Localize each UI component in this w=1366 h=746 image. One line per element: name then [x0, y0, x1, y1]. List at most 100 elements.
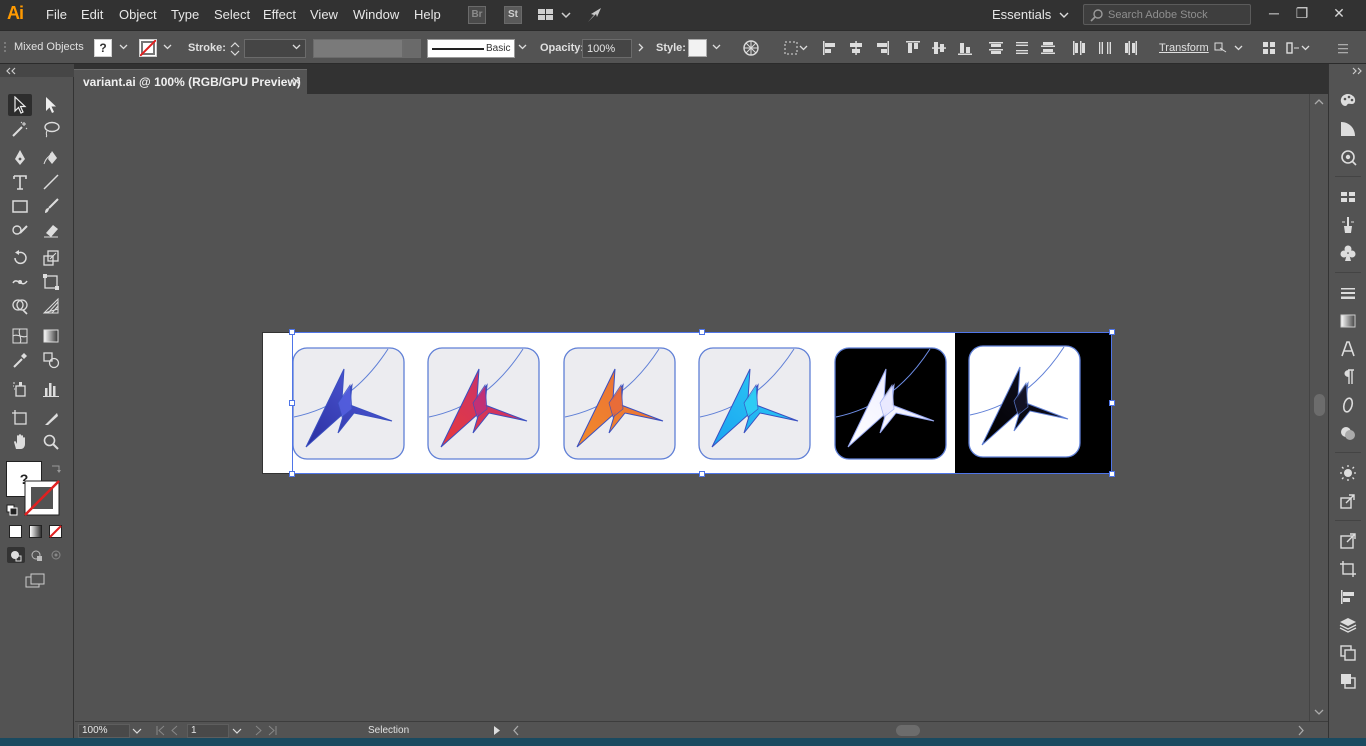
- resize-handle-middle-right[interactable]: [1109, 400, 1115, 406]
- line-segment-tool[interactable]: [39, 171, 63, 193]
- selection-tool[interactable]: [8, 94, 32, 116]
- menu-effect[interactable]: Effect: [263, 7, 296, 22]
- color-panel-button[interactable]: [1339, 92, 1357, 110]
- shape-builder-tool[interactable]: [8, 295, 32, 317]
- resize-handle-bottom-right[interactable]: [1109, 471, 1115, 477]
- vertical-scroll-thumb[interactable]: [1314, 394, 1325, 416]
- menu-select[interactable]: Select: [214, 7, 250, 22]
- stroke-panel-button[interactable]: [1339, 284, 1357, 302]
- stock-button[interactable]: St: [504, 6, 522, 24]
- artboard-tool[interactable]: [8, 407, 32, 429]
- align-bottom-button[interactable]: [956, 39, 974, 57]
- lasso-tool[interactable]: [39, 118, 63, 140]
- minimize-button[interactable]: ─: [1261, 3, 1287, 23]
- distribute-horizontal-center-button[interactable]: [1096, 39, 1114, 57]
- blend-tool[interactable]: [39, 349, 63, 371]
- brush-definition[interactable]: Basic: [427, 39, 515, 58]
- distribute-left-button[interactable]: [1070, 39, 1088, 57]
- zoom-level-field[interactable]: 100%: [78, 724, 130, 738]
- menu-window[interactable]: Window: [353, 7, 399, 22]
- magic-wand-tool[interactable]: [8, 118, 32, 140]
- graphic-style-swatch[interactable]: [688, 39, 707, 57]
- eraser-tool[interactable]: [39, 219, 63, 241]
- logo-variant-blue[interactable]: [292, 347, 405, 460]
- logo-variant-cyan[interactable]: [698, 347, 811, 460]
- color-themes-panel-button[interactable]: [1339, 148, 1357, 166]
- appearance-panel-button[interactable]: [1339, 424, 1357, 442]
- recolor-artwork-button[interactable]: [742, 39, 760, 57]
- draw-behind-button[interactable]: [28, 547, 46, 563]
- shaper-tool[interactable]: [8, 219, 32, 241]
- swatches-panel-button[interactable]: [1339, 188, 1357, 206]
- artboard-number-field[interactable]: 1: [187, 724, 229, 738]
- close-tab-button[interactable]: ✕: [291, 74, 302, 90]
- isolate-group-button[interactable]: [1260, 39, 1278, 57]
- document-tab[interactable]: variant.ai @ 100% (RGB/GPU Preview) ✕: [74, 69, 307, 94]
- distribute-bottom-button[interactable]: [1039, 39, 1057, 57]
- stroke-swatch[interactable]: [139, 39, 157, 57]
- logo-variant-orange[interactable]: [563, 347, 676, 460]
- gradient-tool[interactable]: [39, 325, 63, 347]
- resize-handle-top-left[interactable]: [289, 329, 295, 335]
- select-similar-button[interactable]: [1285, 39, 1311, 57]
- search-input[interactable]: [1108, 7, 1246, 22]
- gpu-performance-button[interactable]: [586, 6, 604, 24]
- stroke-color-box[interactable]: [24, 480, 60, 516]
- color-guide-panel-button[interactable]: [1339, 120, 1357, 138]
- symbols-panel-button[interactable]: [1339, 244, 1357, 262]
- free-transform-tool[interactable]: [39, 271, 63, 293]
- align-panel-button[interactable]: [1339, 588, 1357, 606]
- variable-width-dropdown[interactable]: [403, 39, 421, 58]
- opacity-field[interactable]: 100%: [582, 39, 632, 58]
- canvas-area[interactable]: [75, 94, 1309, 721]
- eyedropper-tool[interactable]: [8, 349, 32, 371]
- resize-handle-top-center[interactable]: [699, 329, 705, 335]
- transform-panel-button[interactable]: [1339, 644, 1357, 662]
- align-vertical-center-button[interactable]: [930, 39, 948, 57]
- scale-tool[interactable]: [39, 247, 63, 269]
- restore-button[interactable]: ❐: [1289, 3, 1315, 23]
- distribute-top-button[interactable]: [987, 39, 1005, 57]
- width-tool[interactable]: [8, 271, 32, 293]
- type-tool[interactable]: [8, 171, 32, 193]
- logo-variant-red[interactable]: [427, 347, 540, 460]
- vertical-scrollbar[interactable]: [1309, 94, 1328, 721]
- menu-edit[interactable]: Edit: [81, 7, 103, 22]
- hand-tool[interactable]: [8, 431, 32, 453]
- menu-file[interactable]: File: [46, 7, 67, 22]
- pathfinder-panel-button[interactable]: [1339, 672, 1357, 690]
- gradient-mode-button[interactable]: [29, 525, 42, 538]
- pen-tool[interactable]: [8, 147, 32, 169]
- toolbar-collapse-bar[interactable]: [0, 64, 74, 77]
- menu-type[interactable]: Type: [171, 7, 199, 22]
- resize-handle-bottom-center[interactable]: [699, 471, 705, 477]
- align-horizontal-center-button[interactable]: [847, 39, 865, 57]
- paragraph-panel-button[interactable]: [1339, 368, 1357, 386]
- opentype-panel-button[interactable]: [1339, 396, 1357, 414]
- rectangle-tool[interactable]: [8, 195, 32, 217]
- resize-handle-bottom-left[interactable]: [289, 471, 295, 477]
- close-window-button[interactable]: ✕: [1326, 3, 1352, 23]
- none-mode-button[interactable]: [49, 525, 62, 538]
- bridge-button[interactable]: Br: [468, 6, 486, 24]
- stock-search-box[interactable]: [1083, 4, 1251, 25]
- column-graph-tool[interactable]: [39, 378, 63, 400]
- perspective-grid-tool[interactable]: [39, 295, 63, 317]
- variable-width-profile[interactable]: [313, 39, 403, 58]
- transform-link[interactable]: Transform: [1159, 42, 1209, 54]
- align-left-button[interactable]: [821, 39, 839, 57]
- paintbrush-tool[interactable]: [39, 195, 63, 217]
- fill-swatch[interactable]: ?: [94, 39, 112, 57]
- workspace-switcher[interactable]: Essentials: [992, 7, 1069, 22]
- color-mode-button[interactable]: [9, 525, 22, 538]
- distribute-vertical-center-button[interactable]: [1013, 39, 1031, 57]
- slice-tool[interactable]: [39, 407, 63, 429]
- change-screen-mode-button[interactable]: [25, 573, 47, 589]
- links-panel-button[interactable]: [1339, 532, 1357, 550]
- symbol-sprayer-tool[interactable]: [8, 378, 32, 400]
- gradient-panel-button[interactable]: [1339, 312, 1357, 330]
- artboards-panel-button[interactable]: [1339, 560, 1357, 578]
- draw-normal-button[interactable]: [7, 547, 25, 563]
- shape-options-button[interactable]: [1213, 39, 1245, 57]
- mesh-tool[interactable]: [8, 325, 32, 347]
